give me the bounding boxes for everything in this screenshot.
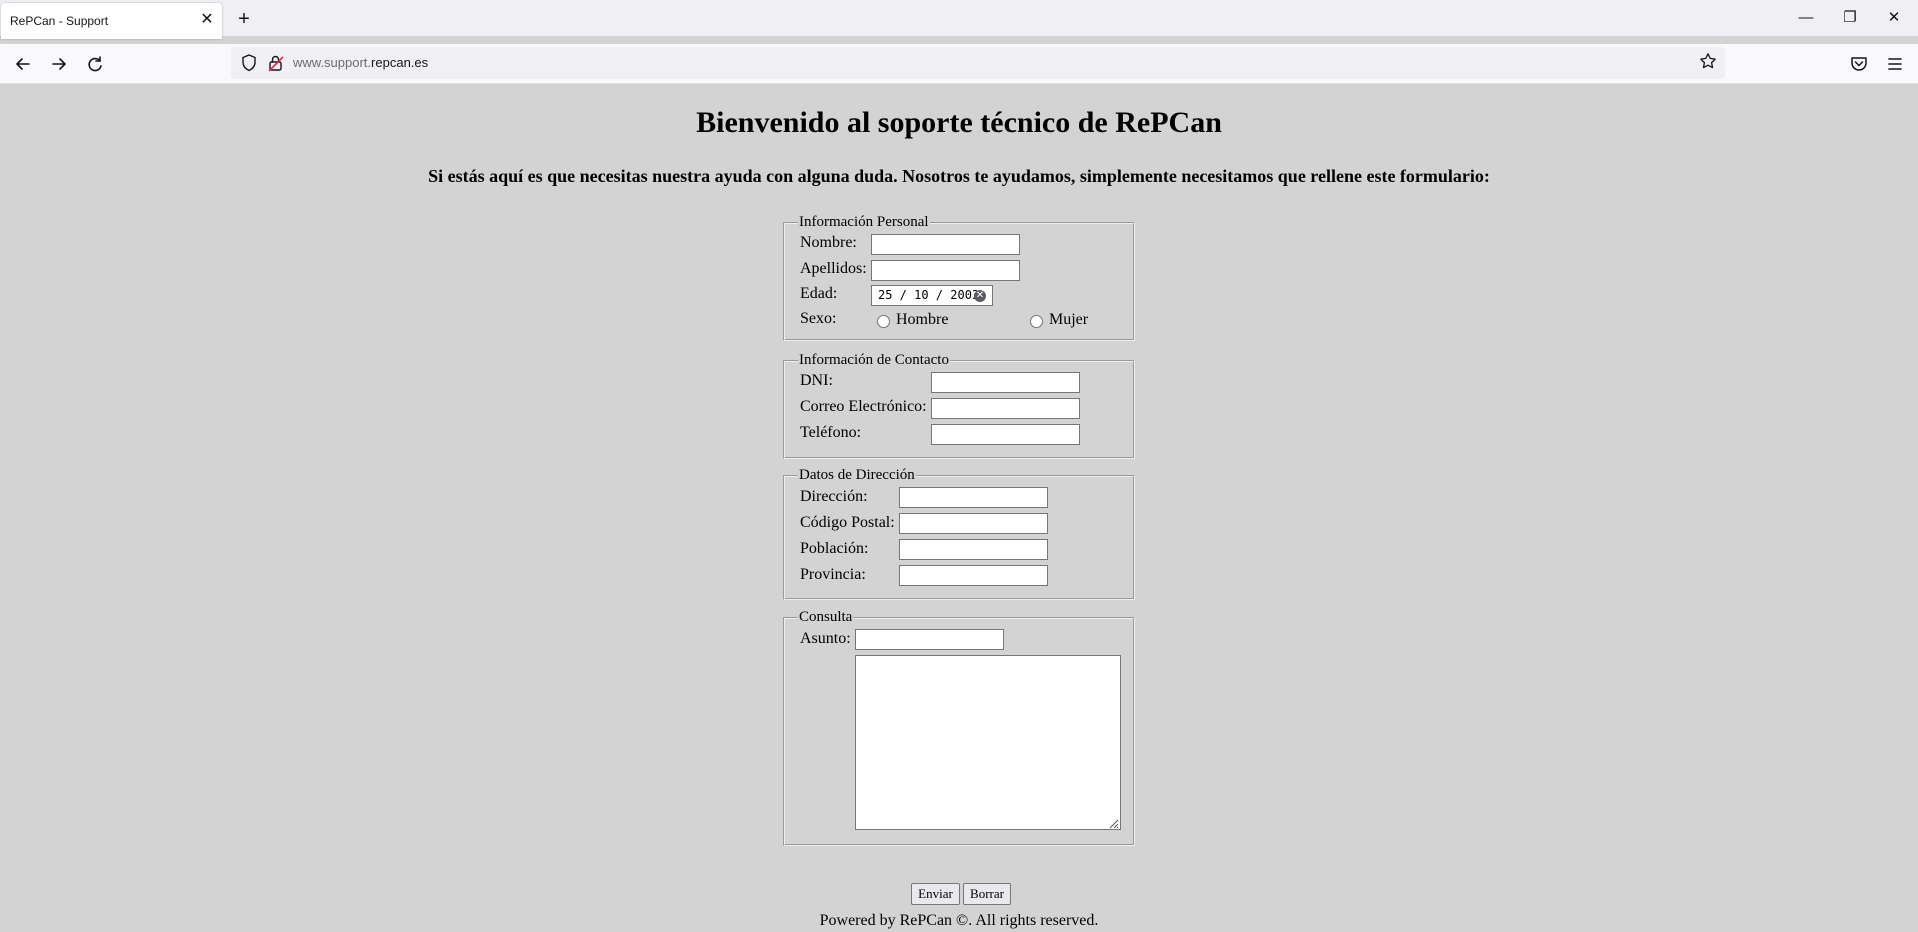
url-text[interactable]: www.support.repcan.es xyxy=(293,55,428,70)
bookmark-star-icon[interactable] xyxy=(1699,52,1717,75)
correo-label: Correo Electrónico: xyxy=(800,398,927,415)
apellidos-input[interactable] xyxy=(871,260,1020,281)
window-close-icon[interactable]: ✕ xyxy=(1872,6,1916,30)
poblacion-input[interactable] xyxy=(899,539,1048,560)
url-bar[interactable]: www.support.repcan.es xyxy=(231,47,1725,79)
tab-bar: RePCan - Support ✕ + — ❐ ✕ xyxy=(0,0,1918,39)
forward-icon[interactable] xyxy=(48,53,70,75)
clear-date-icon[interactable]: ✕ xyxy=(974,290,986,302)
nombre-label: Nombre: xyxy=(800,234,857,251)
consulta-textarea[interactable] xyxy=(855,655,1121,830)
nombre-input[interactable] xyxy=(871,234,1020,255)
asunto-label: Asunto: xyxy=(800,630,851,647)
consulta-legend: Consulta xyxy=(799,609,853,625)
back-icon[interactable] xyxy=(12,53,34,75)
provincia-input[interactable] xyxy=(899,565,1048,586)
insecure-lock-icon[interactable] xyxy=(267,53,285,73)
page-content: Bienvenido al soporte técnico de RePCan … xyxy=(0,84,1918,932)
reload-icon[interactable] xyxy=(84,53,106,75)
provincia-label: Provincia: xyxy=(800,566,866,583)
url-prefix: www.support. xyxy=(293,55,372,70)
edad-date-value: 25 / 10 / 2003 xyxy=(878,288,980,302)
menu-icon[interactable] xyxy=(1884,53,1906,75)
hombre-label: Hombre xyxy=(896,311,949,328)
enviar-button[interactable]: Enviar xyxy=(911,883,960,905)
footer-text: Powered by RePCan ©. All rights reserved… xyxy=(819,912,1099,929)
contact-info-legend: Información de Contacto xyxy=(799,352,949,368)
correo-input[interactable] xyxy=(931,398,1080,419)
new-tab-icon[interactable]: + xyxy=(234,9,254,29)
hombre-radio[interactable] xyxy=(877,315,890,328)
dni-label: DNI: xyxy=(800,372,833,389)
browser-tab[interactable]: RePCan - Support ✕ xyxy=(1,3,222,39)
direccion-input[interactable] xyxy=(899,487,1048,508)
shield-icon[interactable] xyxy=(239,53,259,73)
address-legend: Datos de Dirección xyxy=(799,467,915,483)
edad-date-input[interactable]: 25 / 10 / 2003 ✕ xyxy=(871,285,993,306)
intro-text: Si estás aquí es que necesitas nuestra a… xyxy=(428,166,1490,186)
codigo-postal-input[interactable] xyxy=(899,513,1048,534)
telefono-label: Teléfono: xyxy=(800,424,862,441)
mujer-radio[interactable] xyxy=(1030,315,1043,328)
tab-title: RePCan - Support xyxy=(10,14,109,28)
resize-grip-icon[interactable] xyxy=(1107,816,1119,829)
nav-bar: www.support.repcan.es xyxy=(0,44,1918,84)
restore-icon[interactable]: ❐ xyxy=(1828,6,1872,30)
mujer-label: Mujer xyxy=(1049,311,1089,328)
apellidos-label: Apellidos: xyxy=(800,260,867,277)
edad-label: Edad: xyxy=(800,285,838,302)
sexo-label: Sexo: xyxy=(800,310,837,327)
url-domain: repcan.es xyxy=(371,55,429,70)
close-tab-icon[interactable]: ✕ xyxy=(197,10,217,30)
codigo-postal-label: Código Postal: xyxy=(800,514,895,531)
dni-input[interactable] xyxy=(931,372,1080,393)
pocket-icon[interactable] xyxy=(1848,53,1870,75)
minimize-icon[interactable]: — xyxy=(1784,6,1828,30)
telefono-input[interactable] xyxy=(931,424,1080,445)
direccion-label: Dirección: xyxy=(800,488,868,505)
poblacion-label: Población: xyxy=(800,540,869,557)
page-title: Bienvenido al soporte técnico de RePCan xyxy=(696,106,1222,139)
borrar-button[interactable]: Borrar xyxy=(963,883,1011,905)
personal-info-legend: Información Personal xyxy=(799,214,929,230)
asunto-input[interactable] xyxy=(855,629,1004,650)
